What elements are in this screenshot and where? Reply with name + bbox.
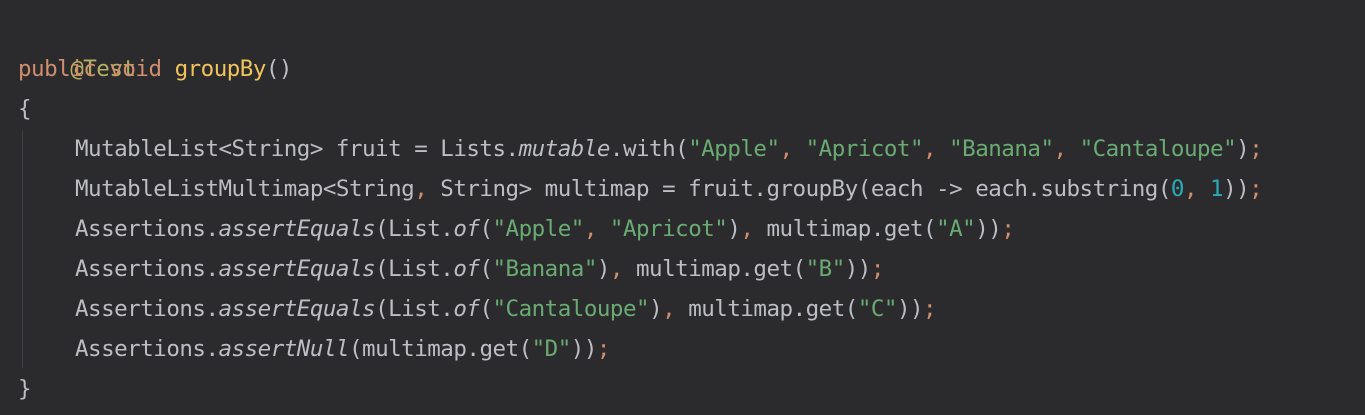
code-line-open-brace[interactable]: { [18,89,32,129]
string-literal: "B" [805,256,846,282]
keyword-void: void [109,56,162,82]
string-literal: "Banana" [492,256,598,282]
open-brace: { [18,96,32,122]
string-literal: "Cantaloupe" [492,296,650,322]
number-literal: 0 [1170,176,1185,202]
string-literal: "Apricot" [805,136,924,162]
code-line-3[interactable]: MutableList<String> fruit = Lists.mutabl… [18,129,1263,169]
static-method: assertNull [218,336,350,362]
static-method: assertEquals [218,216,376,242]
static-method: assertEquals [218,256,376,282]
string-literal: "Apricot" [609,216,728,242]
static-method: of [453,296,480,322]
static-method: assertEquals [218,296,376,322]
static-method: of [453,216,480,242]
close-brace: } [18,376,32,402]
string-literal: "D" [531,336,572,362]
code-line-close-brace[interactable]: } [18,369,32,409]
string-literal: "Apple" [492,216,585,242]
static-field: mutable [518,136,611,162]
code-line-method-signature[interactable]: public void groupBy() [18,49,292,89]
string-literal: "Apple" [688,136,780,162]
code-line-8[interactable]: Assertions.assertNull(multimap.get("D"))… [18,329,610,369]
keyword-public: public [18,56,97,82]
code-editor[interactable]: @Test public void groupBy() { MutableLis… [0,0,1365,415]
string-literal: "A" [936,216,976,242]
number-literal: 1 [1210,176,1224,202]
string-literal: "C" [857,296,898,322]
code-line-6[interactable]: Assertions.assertEquals(List.of("Banana"… [18,249,884,289]
code-line-4[interactable]: MutableListMultimap<String, String> mult… [18,169,1263,209]
string-literal: "Banana" [949,136,1054,162]
method-name: groupBy [174,56,267,82]
string-literal: "Cantaloupe" [1079,136,1237,162]
code-line-7[interactable]: Assertions.assertEquals(List.of("Cantalo… [18,289,937,329]
static-method: of [453,256,480,282]
code-line-annotation[interactable]: @Test [18,9,136,82]
code-line-5[interactable]: Assertions.assertEquals(List.of("Apple",… [18,209,1015,249]
parens: () [265,56,293,82]
